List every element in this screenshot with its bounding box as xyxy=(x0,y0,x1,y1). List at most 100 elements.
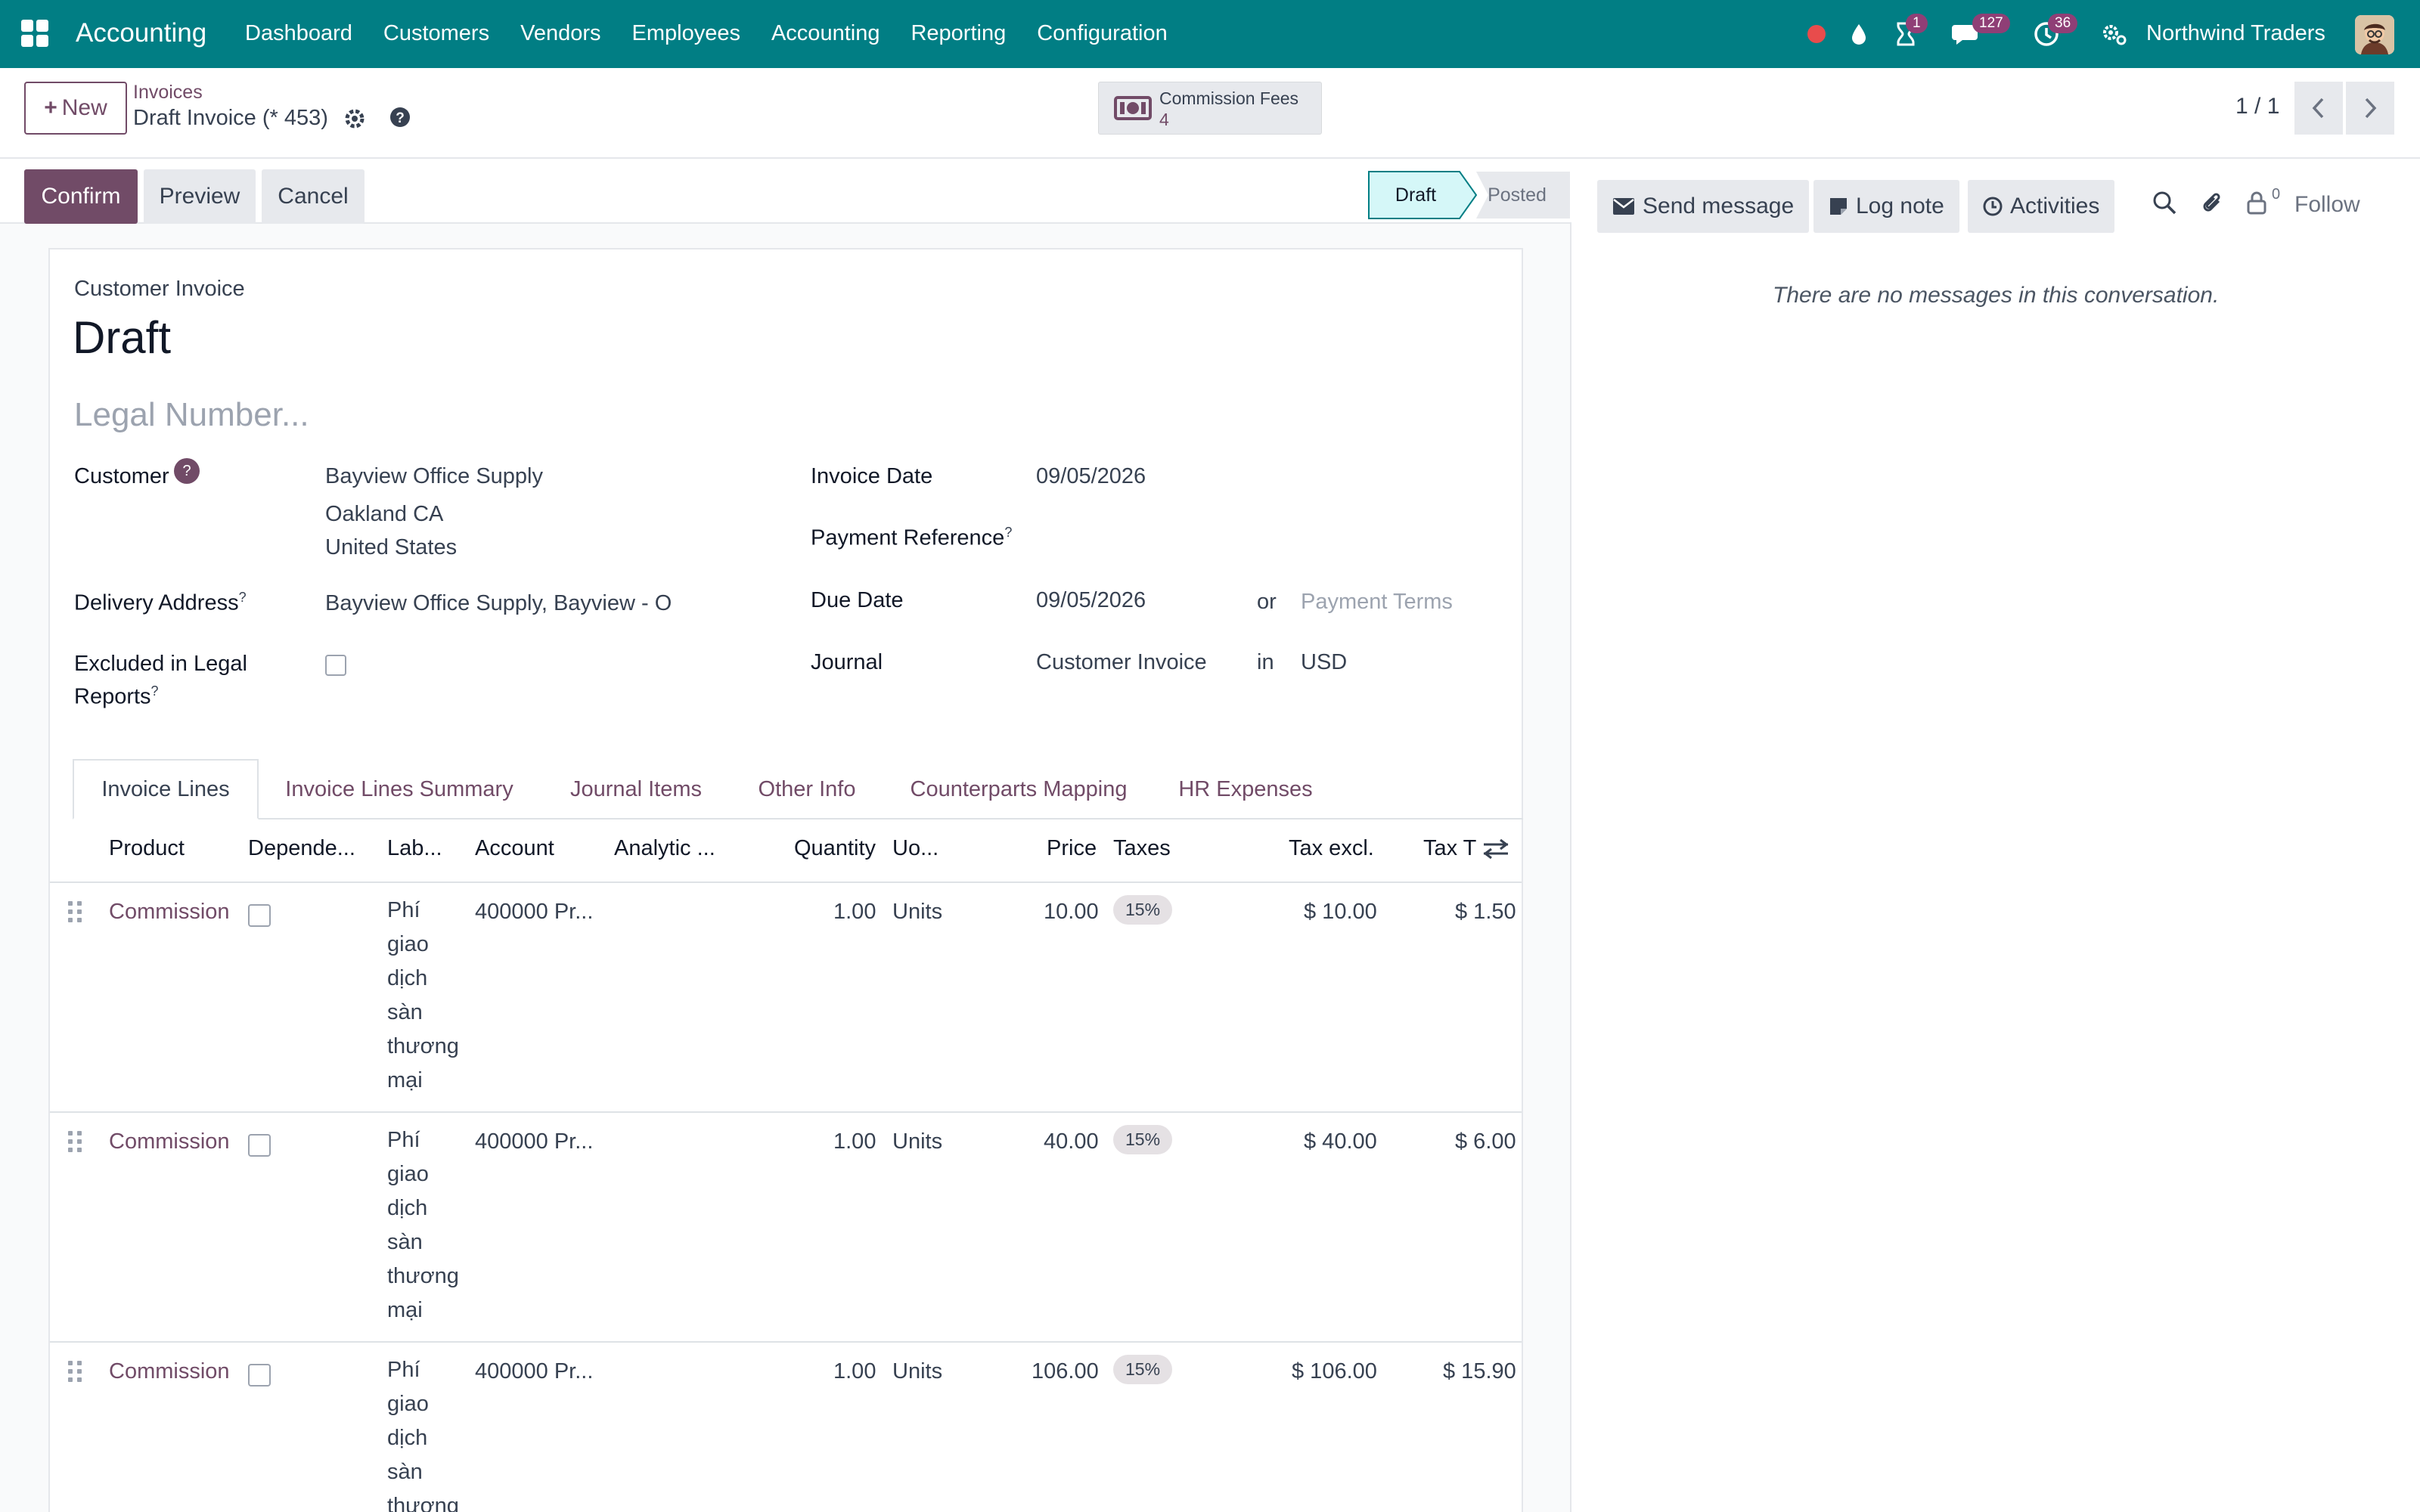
row-account[interactable]: 400000 Pr... xyxy=(475,1359,593,1384)
new-button[interactable]: + New xyxy=(24,82,127,135)
customer-help-badge[interactable]: ? xyxy=(174,458,200,484)
row-quantity[interactable]: 1.00 xyxy=(833,1129,876,1154)
tab-hr-expenses[interactable]: HR Expenses xyxy=(1168,759,1323,820)
menu-configuration[interactable]: Configuration xyxy=(1037,21,1168,46)
row-quantity[interactable]: 1.00 xyxy=(833,1359,876,1384)
legal-number-input[interactable]: Legal Number... xyxy=(74,396,309,434)
paperclip-icon[interactable] xyxy=(2201,191,2225,222)
tab-invoice-lines[interactable]: Invoice Lines xyxy=(73,759,259,820)
col-uom[interactable]: Uo... xyxy=(892,836,939,861)
record-dot-icon[interactable] xyxy=(1803,0,1830,68)
due-date-field[interactable]: 09/05/2026 xyxy=(1036,588,1146,613)
row-uom[interactable]: Units xyxy=(892,900,942,925)
activity-hourglass-icon[interactable] xyxy=(1891,0,1921,68)
pager-value[interactable]: 1 / 1 xyxy=(2235,94,2279,119)
app-brand[interactable]: Accounting xyxy=(76,18,206,48)
col-analytic[interactable]: Analytic ... xyxy=(614,836,715,861)
tab-counterparts-mapping[interactable]: Counterparts Mapping xyxy=(894,759,1143,820)
confirm-button[interactable]: Confirm xyxy=(24,169,138,224)
excluded-legal-checkbox[interactable] xyxy=(325,655,346,676)
currency-field[interactable]: USD xyxy=(1301,650,1347,675)
tab-journal-items[interactable]: Journal Items xyxy=(552,759,720,820)
payment-terms-input[interactable]: Payment Terms xyxy=(1301,590,1453,615)
chevron-left-icon xyxy=(2312,98,2324,119)
invoice-title: Draft xyxy=(73,312,172,363)
tab-invoice-lines-summary[interactable]: Invoice Lines Summary xyxy=(271,759,528,820)
tab-other-info[interactable]: Other Info xyxy=(744,759,870,820)
col-product[interactable]: Product xyxy=(109,836,185,861)
row-account[interactable]: 400000 Pr... xyxy=(475,1129,593,1154)
row-label[interactable]: Phí giao dịch sàn thương xyxy=(387,1353,459,1512)
row-quantity[interactable]: 1.00 xyxy=(833,900,876,925)
row-product[interactable]: Commission xyxy=(109,1129,230,1154)
customer-address-city: Oakland CA xyxy=(325,502,444,526)
empty-conversation-text: There are no messages in this conversati… xyxy=(1773,283,2220,308)
breadcrumb-invoices[interactable]: Invoices xyxy=(133,82,203,104)
row-label[interactable]: Phí giao dịch sàn thương mại xyxy=(387,1123,459,1328)
menu-dashboard[interactable]: Dashboard xyxy=(245,21,352,46)
cancel-button[interactable]: Cancel xyxy=(262,169,365,224)
menu-accounting[interactable]: Accounting xyxy=(771,21,880,46)
row-price[interactable]: 10.00 xyxy=(1044,900,1099,925)
col-price[interactable]: Price xyxy=(1047,836,1097,861)
row-tax-total: $ 15.90 xyxy=(1443,1359,1516,1383)
row-uom[interactable]: Units xyxy=(892,1129,942,1154)
menu-reporting[interactable]: Reporting xyxy=(911,21,1006,46)
preview-button[interactable]: Preview xyxy=(144,169,256,224)
row-dependency-checkbox[interactable] xyxy=(248,904,271,927)
optional-columns-toggle-icon[interactable] xyxy=(1482,838,1509,866)
col-account[interactable]: Account xyxy=(475,836,554,861)
col-taxes[interactable]: Taxes xyxy=(1113,836,1171,861)
delivery-address-field[interactable]: Bayview Office Supply, Bayview - O xyxy=(325,591,672,616)
row-tax-tag[interactable]: 15% xyxy=(1113,1355,1173,1384)
send-message-button[interactable]: Send message xyxy=(1597,180,1810,233)
row-product[interactable]: Commission xyxy=(109,1359,230,1384)
pager-previous-button[interactable] xyxy=(2294,82,2343,135)
follow-button[interactable]: Follow xyxy=(2294,192,2360,218)
pager-next-button[interactable] xyxy=(2346,82,2394,135)
followers-lock-icon[interactable] xyxy=(2246,191,2267,221)
col-label[interactable]: Lab... xyxy=(387,836,442,861)
row-label[interactable]: Phí giao dịch sàn thương mại xyxy=(387,894,459,1098)
company-switcher[interactable]: Northwind Traders xyxy=(2146,21,2325,46)
drag-handle-icon[interactable] xyxy=(68,1131,83,1152)
menu-customers[interactable]: Customers xyxy=(383,21,489,46)
search-messages-icon[interactable] xyxy=(2152,191,2176,221)
row-price[interactable]: 106.00 xyxy=(1032,1359,1099,1384)
activities-button[interactable]: Activities xyxy=(1968,180,2115,233)
journal-in-text: in xyxy=(1257,650,1274,674)
row-price[interactable]: 40.00 xyxy=(1044,1129,1099,1154)
drag-handle-icon[interactable] xyxy=(68,901,83,922)
log-note-button[interactable]: Log note xyxy=(1813,180,1959,233)
row-dependency-checkbox[interactable] xyxy=(248,1134,271,1157)
invoice-date-field[interactable]: 09/05/2026 xyxy=(1036,464,1146,489)
drop-icon[interactable] xyxy=(1845,0,1872,68)
col-tax-total[interactable]: Tax T xyxy=(1423,836,1476,861)
stage-draft[interactable]: Draft xyxy=(1369,171,1463,219)
user-avatar[interactable] xyxy=(2355,15,2394,54)
messages-icon[interactable] xyxy=(1951,0,1981,68)
timer-clock-icon[interactable] xyxy=(2031,0,2062,68)
row-tax-excl: $ 10.00 xyxy=(1304,900,1377,924)
apps-grid-icon[interactable] xyxy=(21,20,48,47)
col-dependencies[interactable]: Depende... xyxy=(248,836,355,861)
col-quantity[interactable]: Quantity xyxy=(794,836,876,861)
row-account[interactable]: 400000 Pr... xyxy=(475,900,593,925)
drag-handle-icon[interactable] xyxy=(68,1361,83,1382)
row-tax-tag[interactable]: 15% xyxy=(1113,1125,1173,1154)
record-actions-gear-icon[interactable] xyxy=(343,107,366,136)
help-question-icon[interactable]: ? xyxy=(389,106,411,135)
row-uom[interactable]: Units xyxy=(892,1359,942,1384)
col-tax-excl[interactable]: Tax excl. xyxy=(1289,836,1374,861)
settings-gears-icon[interactable] xyxy=(2099,0,2130,68)
menu-employees[interactable]: Employees xyxy=(632,21,740,46)
row-dependency-checkbox[interactable] xyxy=(248,1364,271,1387)
activities-count-badge: 1 xyxy=(1906,14,1928,33)
menu-vendors[interactable]: Vendors xyxy=(520,21,600,46)
customer-field[interactable]: Bayview Office Supply xyxy=(325,464,543,489)
commission-fees-smart-button[interactable]: Commission Fees 4 xyxy=(1098,82,1322,135)
row-tax-tag[interactable]: 15% xyxy=(1113,895,1173,925)
stage-posted[interactable]: Posted xyxy=(1470,171,1564,219)
row-product[interactable]: Commission xyxy=(109,900,230,925)
journal-field[interactable]: Customer Invoice xyxy=(1036,650,1207,675)
